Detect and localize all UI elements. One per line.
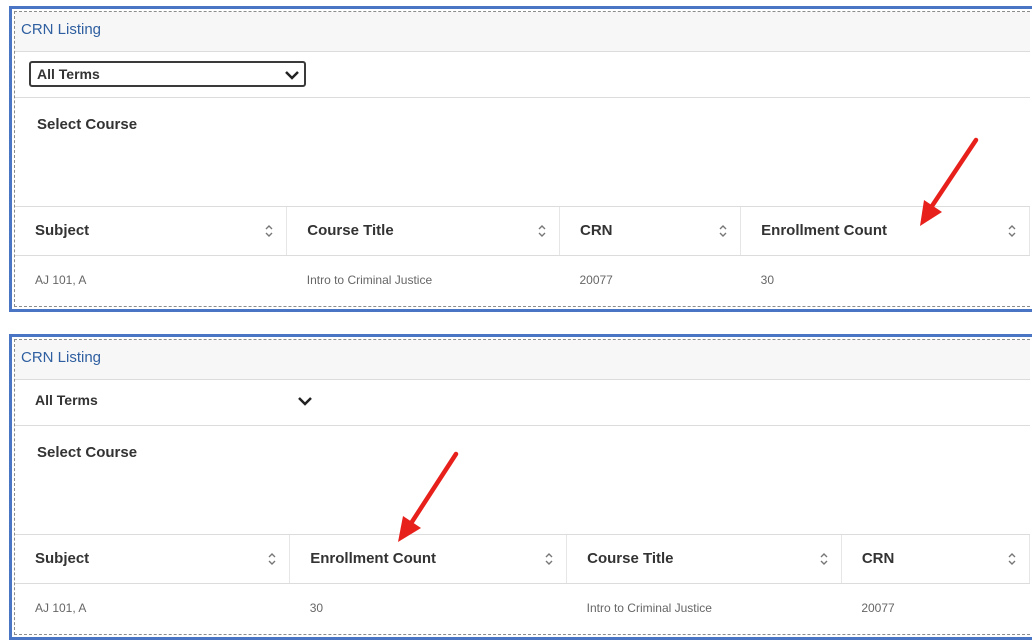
chevron-down-icon: [298, 397, 312, 406]
panel-header: CRN Listing: [15, 340, 1030, 380]
column-header-enrollment-count[interactable]: Enrollment Count: [740, 207, 1030, 256]
cell-enrollment-count: 30: [760, 273, 775, 288]
column-header-course-title[interactable]: Course Title: [286, 207, 560, 256]
column-label: CRN: [579, 222, 613, 240]
column-header-subject[interactable]: Subject: [15, 207, 288, 256]
sort-icon[interactable]: [718, 223, 728, 239]
select-course-section: Select Course: [15, 98, 1030, 207]
column-label: Enrollment Count: [310, 550, 437, 568]
sort-icon[interactable]: [267, 551, 277, 567]
crn-listing-panel-after: CRN Listing All Terms Select Course Subj…: [9, 334, 1032, 640]
panel-title: CRN Listing: [21, 21, 102, 38]
column-label: Subject: [35, 550, 90, 568]
cell-course-title: Intro to Criminal Justice: [306, 273, 433, 288]
sort-icon[interactable]: [264, 223, 274, 239]
term-filter-row: All Terms: [15, 52, 1030, 98]
table-row[interactable]: AJ 101, A 30 Intro to Criminal Justice 2…: [15, 583, 1030, 633]
column-label: CRN: [861, 550, 895, 568]
select-course-section: Select Course: [15, 426, 1030, 535]
cell-crn: 20077: [861, 601, 895, 616]
cell-crn: 20077: [579, 273, 613, 288]
sort-icon[interactable]: [1007, 223, 1017, 239]
column-label: Enrollment Count: [761, 222, 887, 240]
column-label: Course Title: [587, 550, 674, 568]
term-select-value: All Terms: [37, 66, 100, 82]
cell-subject: AJ 101, A: [35, 601, 87, 616]
column-header-crn[interactable]: CRN: [841, 535, 1030, 584]
select-course-label: Select Course: [37, 444, 138, 461]
column-header-crn[interactable]: CRN: [559, 207, 742, 256]
sort-icon[interactable]: [544, 551, 554, 567]
sort-icon[interactable]: [537, 223, 547, 239]
column-label: Course Title: [307, 222, 394, 240]
table-row[interactable]: AJ 101, A Intro to Criminal Justice 2007…: [15, 255, 1030, 305]
crn-table: Subject Course Title CRN Enrollment Coun…: [15, 207, 1030, 305]
annotation-arrow-icon: [398, 451, 459, 542]
sort-icon[interactable]: [819, 551, 829, 567]
chevron-down-icon: [285, 71, 299, 80]
panel-title: CRN Listing: [21, 349, 102, 366]
sort-icon[interactable]: [1007, 551, 1017, 567]
column-header-subject[interactable]: Subject: [15, 535, 291, 584]
crn-listing-panel-before: CRN Listing All Terms Select Course Subj…: [9, 6, 1032, 312]
term-filter-row: All Terms: [15, 380, 1030, 426]
cell-enrollment-count: 30: [309, 601, 324, 616]
cell-course-title: Intro to Criminal Justice: [586, 601, 712, 616]
term-select[interactable]: All Terms: [29, 61, 306, 87]
select-course-label: Select Course: [37, 116, 138, 133]
term-select[interactable]: All Terms: [29, 389, 319, 415]
cell-subject: AJ 101, A: [35, 273, 87, 288]
column-label: Subject: [35, 222, 90, 240]
term-select-value: All Terms: [35, 392, 98, 408]
crn-table: Subject Enrollment Count Course Title CR…: [15, 535, 1030, 633]
annotation-arrow-icon: [920, 137, 979, 226]
column-header-course-title[interactable]: Course Title: [566, 535, 842, 584]
panel-header: CRN Listing: [15, 12, 1030, 52]
